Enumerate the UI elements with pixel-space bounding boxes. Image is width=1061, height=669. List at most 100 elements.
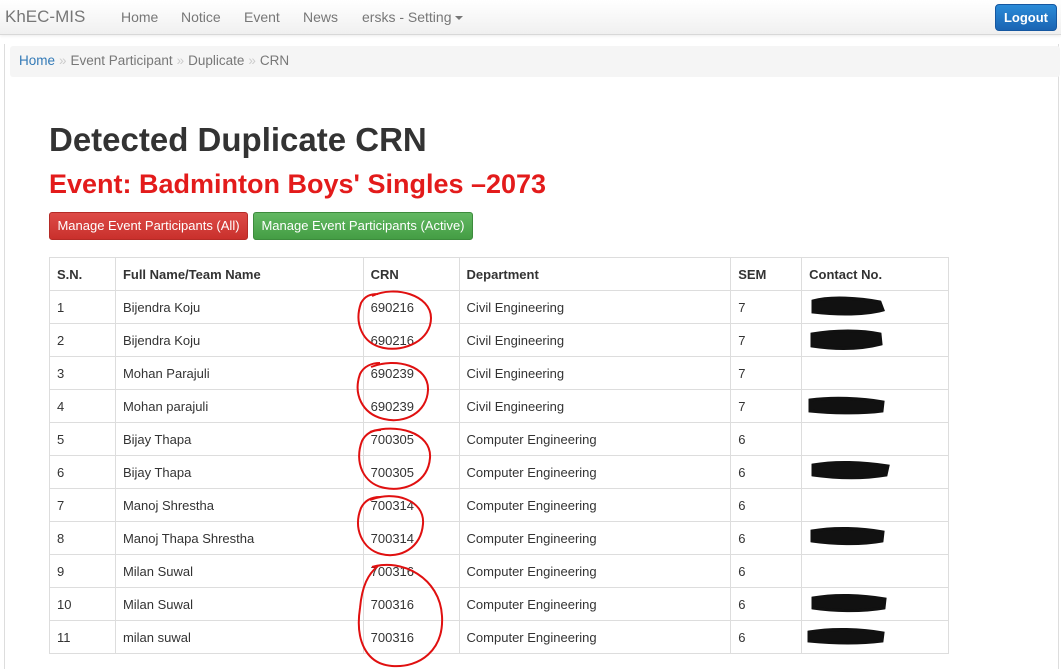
caret-down-icon bbox=[455, 16, 464, 20]
table-row: 6 Bijay Thapa 700305 Computer Engineering 6 bbox=[49, 455, 949, 489]
cell-sem: 7 bbox=[730, 389, 803, 423]
setting-label: ersks - Setting bbox=[362, 9, 452, 25]
cell-name: Bijay Thapa bbox=[114, 455, 364, 489]
cell-crn: 690239 bbox=[362, 356, 460, 390]
header-crn: CRN bbox=[362, 257, 460, 291]
cell-crn: 700305 bbox=[362, 455, 460, 489]
cell-sem: 6 bbox=[730, 488, 803, 522]
cell-crn: 700316 bbox=[362, 554, 460, 588]
cell-contact bbox=[801, 620, 949, 654]
duplicate-crn-table: S.N. Full Name/Team Name CRN Department … bbox=[49, 257, 949, 654]
table-row: 2 Bijendra Koju 690216 Civil Engineering 7 bbox=[49, 323, 949, 357]
breadcrumb-duplicate: Duplicate bbox=[188, 53, 245, 68]
cell-sem: 7 bbox=[730, 290, 803, 324]
cell-sn: 3 bbox=[49, 356, 116, 390]
cell-sn: 10 bbox=[49, 587, 116, 621]
table-row: 10 Milan Suwal 700316 Computer Engineering 6 bbox=[49, 587, 949, 621]
nav-news[interactable]: News bbox=[303, 9, 338, 25]
cell-contact bbox=[801, 488, 949, 522]
table-row: 1 Bijendra Koju 690216 Civil Engineering 7 bbox=[49, 290, 949, 324]
cell-department: Civil Engineering bbox=[458, 356, 732, 390]
manage-active-participants-button[interactable]: Manage Event Participants (Active) bbox=[253, 212, 473, 240]
cell-contact bbox=[801, 521, 949, 555]
cell-crn: 690239 bbox=[362, 389, 460, 423]
cell-contact bbox=[801, 554, 949, 588]
cell-contact bbox=[801, 455, 949, 489]
header-name: Full Name/Team Name bbox=[114, 257, 364, 291]
breadcrumb-separator: » bbox=[59, 53, 67, 68]
breadcrumb-crn: CRN bbox=[259, 53, 290, 68]
breadcrumb-separator: » bbox=[248, 53, 256, 68]
cell-sn: 5 bbox=[49, 422, 116, 456]
nav-home[interactable]: Home bbox=[121, 9, 158, 25]
cell-crn: 690216 bbox=[362, 290, 460, 324]
cell-name: Milan Suwal bbox=[114, 554, 364, 588]
cell-crn: 700305 bbox=[362, 422, 460, 456]
cell-sn: 1 bbox=[49, 290, 116, 324]
cell-sem: 7 bbox=[730, 323, 803, 357]
table-row: 4 Mohan parajuli 690239 Civil Engineering 7 bbox=[49, 389, 949, 423]
table-header-row: S.N. Full Name/Team Name CRN Department … bbox=[49, 257, 949, 291]
cell-sem: 6 bbox=[730, 422, 803, 456]
cell-contact bbox=[801, 389, 949, 423]
event-title: Event: Badminton Boys' Singles –2073 bbox=[49, 169, 547, 199]
cell-sn: 11 bbox=[49, 620, 116, 654]
cell-sn: 2 bbox=[49, 323, 116, 357]
page-title: Detected Duplicate CRN bbox=[49, 121, 427, 158]
cell-sem: 6 bbox=[730, 554, 803, 588]
cell-department: Computer Engineering bbox=[458, 554, 732, 588]
breadcrumb-separator: » bbox=[176, 53, 185, 68]
table-row: 5 Bijay Thapa 700305 Computer Engineering 6 bbox=[49, 422, 949, 456]
table-row: 8 Manoj Thapa Shrestha 700314 Computer Engi… bbox=[49, 521, 949, 555]
cell-name: Manoj Thapa Shrestha bbox=[114, 521, 364, 555]
cell-name: Milan Suwal bbox=[114, 587, 364, 621]
cell-contact bbox=[801, 422, 949, 456]
cell-department: Civil Engineering bbox=[458, 290, 732, 324]
table-row: 11 milan suwal 700316 Computer Engineering 6 bbox=[49, 620, 949, 654]
cell-sem: 6 bbox=[730, 620, 803, 654]
cell-department: Computer Engineering bbox=[458, 422, 732, 456]
cell-name: Bijendra Koju bbox=[114, 323, 364, 357]
header-sn: S.N. bbox=[49, 257, 116, 291]
table-row: 7 Manoj Shrestha 700314 Computer Engineerin… bbox=[49, 488, 949, 522]
cell-sem: 6 bbox=[730, 587, 803, 621]
brand-logo[interactable]: KhEC-MIS bbox=[5, 7, 85, 27]
cell-crn: 700316 bbox=[362, 587, 460, 621]
nav-setting-dropdown[interactable]: ersks - Setting bbox=[362, 9, 464, 25]
cell-crn: 700314 bbox=[362, 521, 460, 555]
cell-crn: 690216 bbox=[362, 323, 460, 357]
cell-name: Manoj Shrestha bbox=[114, 488, 364, 522]
breadcrumb-home[interactable]: Home bbox=[19, 53, 55, 68]
cell-sn: 8 bbox=[49, 521, 116, 555]
header-department: Department bbox=[458, 257, 732, 291]
cell-contact bbox=[801, 290, 949, 324]
cell-sn: 4 bbox=[49, 389, 116, 423]
nav-notice[interactable]: Notice bbox=[181, 9, 221, 25]
cell-contact bbox=[801, 323, 949, 357]
cell-department: Civil Engineering bbox=[458, 323, 732, 357]
cell-crn: 700314 bbox=[362, 488, 460, 522]
cell-sem: 6 bbox=[730, 455, 803, 489]
cell-name: Bijendra Koju bbox=[114, 290, 364, 324]
nav-event[interactable]: Event bbox=[244, 9, 280, 25]
top-navbar: KhEC-MIS Home Notice Event News ersks - … bbox=[0, 0, 1061, 35]
cell-crn: 700316 bbox=[362, 620, 460, 654]
cell-sn: 6 bbox=[49, 455, 116, 489]
cell-department: Computer Engineering bbox=[458, 488, 732, 522]
cell-contact bbox=[801, 587, 949, 621]
cell-sem: 6 bbox=[730, 521, 803, 555]
breadcrumb: Home» Event Participant» Duplicate» CRN bbox=[10, 46, 1060, 77]
manage-all-participants-button[interactable]: Manage Event Participants (All) bbox=[49, 212, 248, 240]
breadcrumb-event-participant: Event Participant bbox=[70, 53, 173, 68]
cell-department: Computer Engineering bbox=[458, 455, 732, 489]
cell-name: Mohan parajuli bbox=[114, 389, 364, 423]
header-sem: SEM bbox=[730, 257, 803, 291]
cell-department: Civil Engineering bbox=[458, 389, 732, 423]
cell-name: milan suwal bbox=[114, 620, 364, 654]
cell-department: Computer Engineering bbox=[458, 620, 732, 654]
logout-button[interactable]: Logout bbox=[995, 4, 1057, 31]
cell-department: Computer Engineering bbox=[458, 587, 732, 621]
cell-name: Bijay Thapa bbox=[114, 422, 364, 456]
table-row: 3 Mohan Parajuli 690239 Civil Engineering 7 bbox=[49, 356, 949, 390]
cell-department: Computer Engineering bbox=[458, 521, 732, 555]
